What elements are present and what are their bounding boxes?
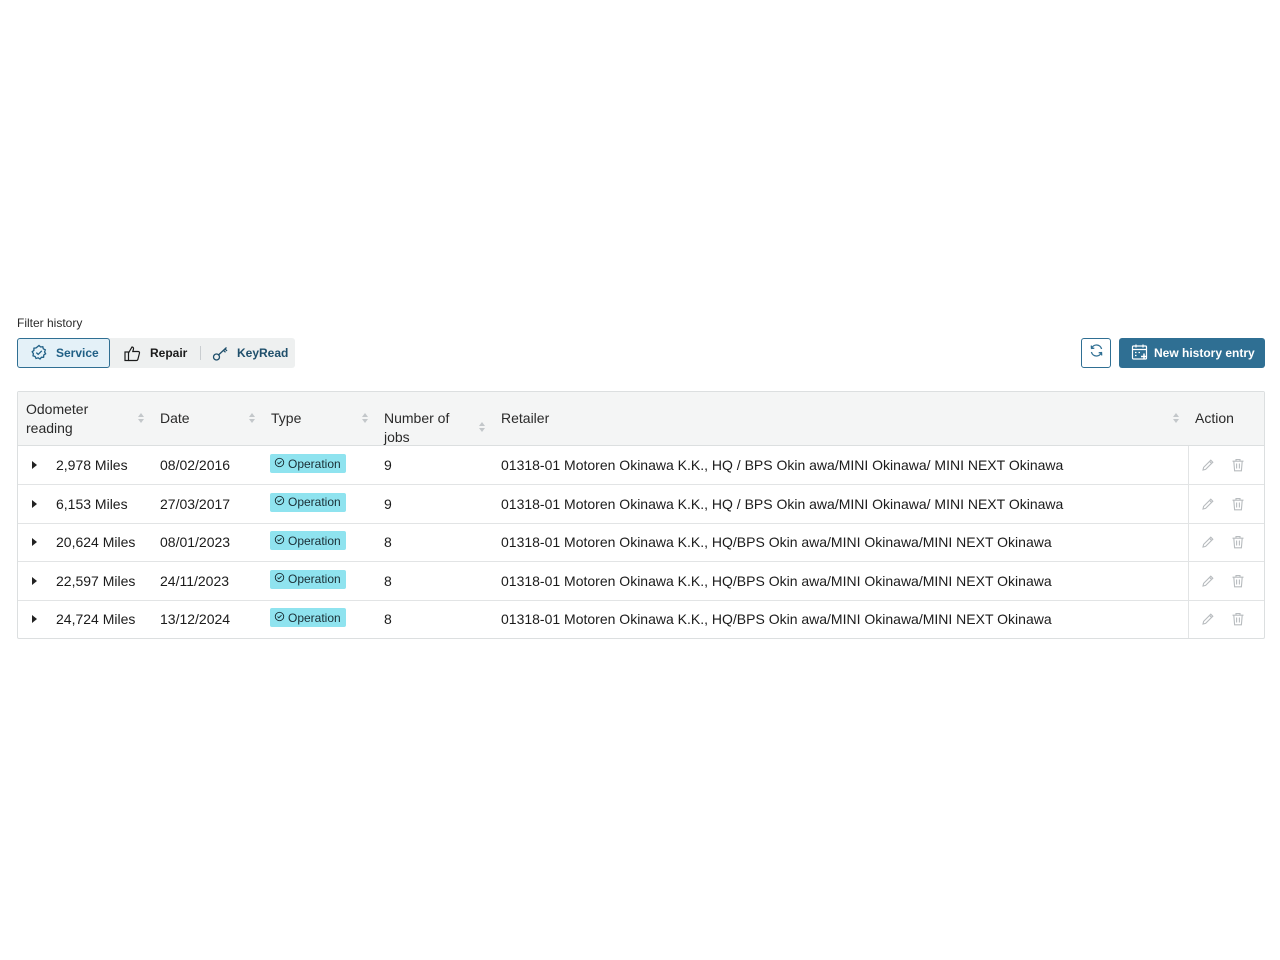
table-row[interactable]: 22,597 Miles 24/11/2023 Operation 8 01318-01…	[18, 562, 1264, 601]
refresh-icon	[1089, 343, 1104, 363]
operation-icon	[274, 611, 285, 625]
delete-icon[interactable]	[1231, 458, 1245, 472]
expand-row-icon[interactable]	[32, 576, 37, 585]
action-column-divider	[1188, 446, 1189, 638]
type-badge: Operation	[270, 608, 346, 628]
expand-row-icon[interactable]	[32, 499, 37, 508]
operation-icon	[274, 534, 285, 548]
edit-icon[interactable]	[1201, 574, 1215, 588]
table-row[interactable]: 20,624 Miles 08/01/2023 Operation 8 01318-01…	[18, 523, 1264, 563]
history-type-filter: Service Repair KeyRead	[17, 338, 295, 368]
date-cell: 08/02/2016	[160, 457, 231, 473]
filter-service-button[interactable]: Service	[17, 338, 110, 368]
sort-odometer-icon[interactable]	[138, 413, 145, 424]
key-icon	[212, 345, 229, 362]
jobs-cell: 9	[384, 457, 392, 473]
expand-row-icon[interactable]	[32, 461, 37, 469]
filter-keyread-label: KeyRead	[237, 346, 289, 360]
filter-repair-label: Repair	[150, 346, 188, 360]
operation-icon	[274, 572, 285, 586]
thumbs-up-icon	[124, 345, 141, 362]
table-header: Odometer reading Date Type Number of job…	[18, 392, 1264, 446]
operation-icon	[274, 457, 285, 471]
sort-jobs-icon[interactable]	[479, 422, 486, 433]
date-cell: 24/11/2023	[160, 572, 230, 589]
sort-date-icon[interactable]	[249, 413, 256, 424]
odometer-cell: 24,724 Miles	[56, 611, 136, 628]
date-cell: 27/03/2017	[160, 495, 231, 512]
retailer-cell: 01318-01 Motoren Okinawa K.K., HQ/BPS Ok…	[501, 534, 1052, 551]
refresh-button[interactable]	[1081, 338, 1111, 368]
type-badge: Operation	[270, 569, 346, 589]
filter-repair-button[interactable]: Repair	[110, 338, 200, 368]
edit-icon[interactable]	[1201, 612, 1215, 626]
retailer-cell: 01318-01 Motoren Okinawa K.K., HQ / BPS …	[501, 495, 1064, 512]
expand-row-icon[interactable]	[32, 538, 37, 547]
delete-icon[interactable]	[1231, 535, 1245, 549]
table-row[interactable]: 6,153 Miles 27/03/2017 Operation 9 01318-01 …	[18, 485, 1264, 524]
calendar-plus-icon	[1131, 343, 1149, 364]
header-date[interactable]: Date	[160, 409, 190, 428]
edit-icon[interactable]	[1201, 535, 1215, 549]
sort-type-icon[interactable]	[362, 413, 369, 424]
sort-retailer-icon[interactable]	[1173, 413, 1180, 424]
type-badge: Operation	[270, 454, 346, 473]
header-retailer[interactable]: Retailer	[501, 409, 549, 428]
jobs-cell: 9	[384, 495, 392, 512]
delete-icon[interactable]	[1231, 497, 1245, 511]
odometer-cell: 6,153 Miles	[56, 495, 128, 512]
date-cell: 13/12/2024	[160, 611, 231, 628]
retailer-cell: 01318-01 Motoren Okinawa K.K., HQ/BPS Ok…	[501, 572, 1052, 589]
odometer-cell: 2,978 Miles	[56, 457, 128, 473]
filter-history-label: Filter history	[17, 316, 83, 330]
table-row[interactable]: 24,724 Miles 13/12/2024 Operation 8 01318-01…	[18, 600, 1264, 639]
delete-icon[interactable]	[1231, 574, 1245, 588]
edit-icon[interactable]	[1201, 458, 1215, 472]
retailer-cell: 01318-01 Motoren Okinawa K.K., HQ/BPS Ok…	[501, 611, 1052, 628]
header-action: Action	[1195, 410, 1234, 426]
header-number-of-jobs[interactable]: Number of jobs	[384, 409, 449, 447]
operation-icon	[274, 495, 285, 509]
retailer-cell: 01318-01 Motoren Okinawa K.K., HQ / BPS …	[501, 457, 1064, 473]
table-row[interactable]: 2,978 Miles 08/02/2016 Operation 9 01318-01 …	[18, 446, 1264, 485]
jobs-cell: 8	[384, 611, 392, 628]
edit-icon[interactable]	[1201, 497, 1215, 511]
new-history-entry-label: New history entry	[1154, 346, 1255, 360]
history-table: Odometer reading Date Type Number of job…	[17, 391, 1265, 639]
service-gear-check-icon	[30, 344, 48, 362]
expand-row-icon[interactable]	[32, 615, 37, 624]
header-type[interactable]: Type	[271, 409, 301, 428]
type-badge: Operation	[270, 492, 346, 512]
new-history-entry-button[interactable]: New history entry	[1119, 338, 1265, 368]
odometer-cell: 20,624 Miles	[56, 534, 136, 551]
filter-service-label: Service	[56, 346, 99, 360]
odometer-cell: 22,597 Miles	[56, 572, 136, 589]
delete-icon[interactable]	[1231, 612, 1245, 626]
segment-divider	[200, 346, 201, 360]
header-odometer[interactable]: Odometer reading	[26, 400, 88, 438]
jobs-cell: 8	[384, 572, 392, 589]
filter-keyread-button[interactable]: KeyRead	[200, 338, 295, 368]
type-badge: Operation	[270, 531, 346, 551]
date-cell: 08/01/2023	[160, 534, 231, 551]
jobs-cell: 8	[384, 534, 392, 551]
